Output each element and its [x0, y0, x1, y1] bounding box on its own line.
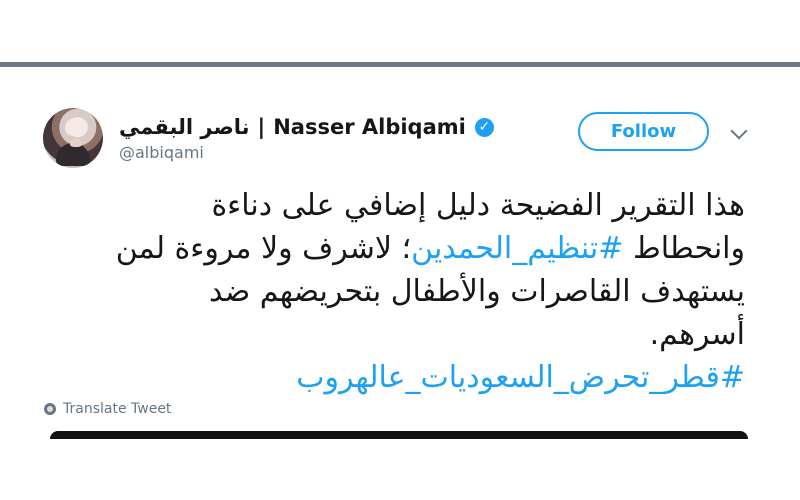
hashtag-qatar-saudi-women[interactable]: #قطر_تحرض_السعوديات_عالهروب: [225, 356, 745, 399]
tweet-text-fragment: وانحطاط: [623, 231, 745, 266]
tweet-card: ناصر البقمي | Nasser Albiqami ✓ @albiqam…: [0, 67, 800, 500]
tweet-text-line-3: يستهدف القاصرات والأطفال بتحريضهم ضد: [208, 274, 745, 309]
author-display-name[interactable]: Nasser Albiqami: [273, 115, 466, 139]
tweet-text-line-4: أسرهم.: [649, 317, 745, 352]
media-preview-edge[interactable]: [50, 431, 748, 439]
avatar[interactable]: [43, 108, 103, 168]
tweet-text-fragment: ؛ لاشرف ولا مروءة لمن: [115, 231, 412, 266]
chevron-down-icon[interactable]: [730, 122, 748, 140]
follow-button[interactable]: Follow: [578, 112, 709, 151]
author-handle[interactable]: @albiqami: [119, 143, 204, 162]
name-separator: |: [257, 115, 266, 139]
globe-icon: [44, 403, 56, 415]
hashtag-tanzeem-alhamdain[interactable]: #تنظيم_الحمدين: [411, 231, 623, 266]
translate-tweet-link[interactable]: Translate Tweet: [44, 401, 171, 417]
translate-tweet-label[interactable]: Translate Tweet: [63, 401, 171, 417]
tweet-text: هذا التقرير الفضيحة دليل إضافي على دناءة…: [116, 184, 745, 399]
verified-badge-icon: ✓: [474, 117, 494, 137]
tweet-text-line-1: هذا التقرير الفضيحة دليل إضافي على دناءة: [211, 188, 745, 223]
author-display-name-arabic[interactable]: ناصر البقمي: [119, 115, 250, 139]
author-name-row[interactable]: ناصر البقمي | Nasser Albiqami ✓: [119, 112, 494, 142]
tweet-text-line-2: وانحطاط #تنظيم_الحمدين؛ لاشرف ولا مروءة …: [116, 227, 745, 270]
